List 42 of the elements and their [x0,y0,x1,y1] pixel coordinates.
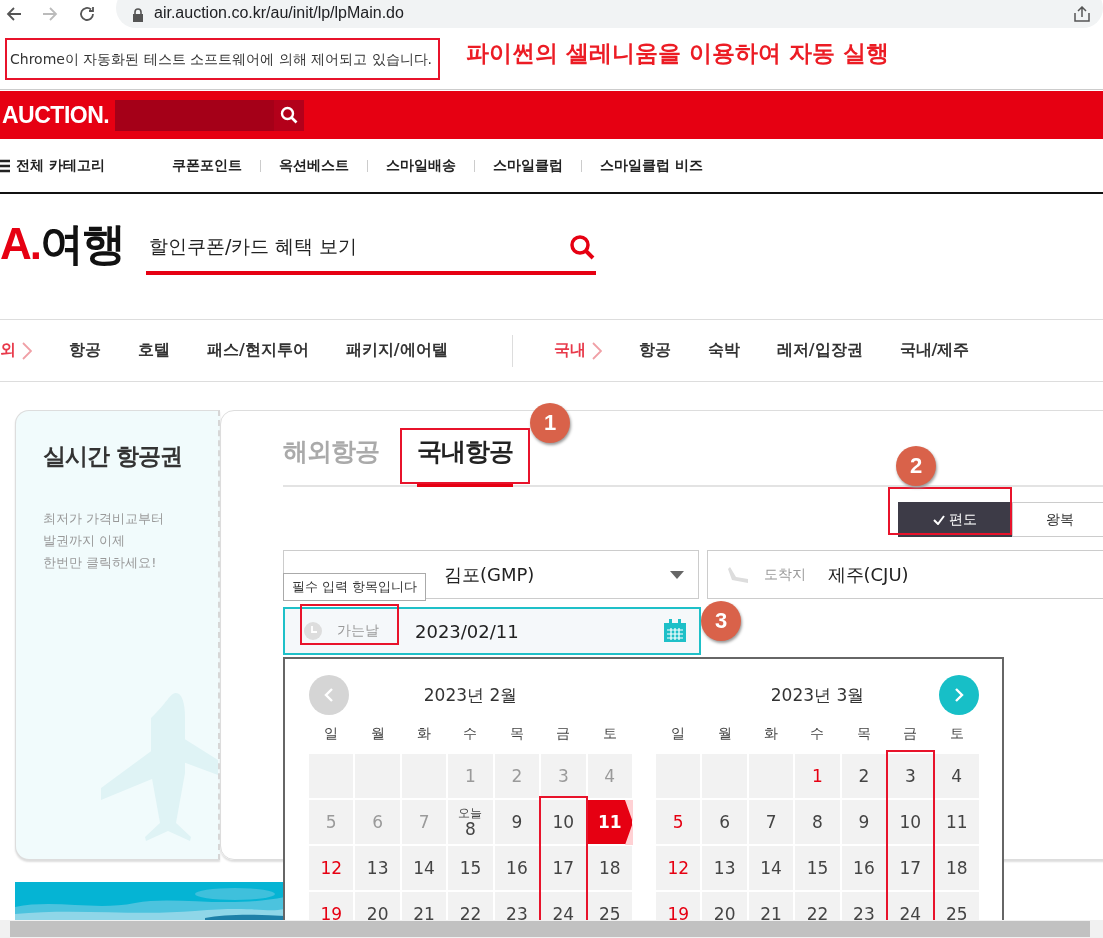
calendar-day: 7 [401,800,447,844]
arrival-label: 도착지 [763,565,807,584]
travel-logo-text: 여행 [40,217,124,271]
weekday-label: 수 [809,723,826,743]
weekday-label: 화 [416,723,433,743]
promo-text: 최저가 가격비교부터 [43,510,166,528]
calendar-day: 4 [587,754,632,798]
promo-text: 발권까지 이제 [43,532,127,550]
weekday-label: 토 [948,723,965,743]
step-badge: 3 [701,601,741,641]
weekday-label: 금 [902,723,919,743]
tooltip: 필수 입력 항목입니다 [283,573,427,601]
month-title: 2023년 2월 [423,683,518,707]
calendar-day: 1 [448,754,493,798]
month-title: 2023년 3월 [770,683,865,707]
weekday-label: 금 [555,723,572,743]
weekday-label: 월 [716,723,733,743]
weekday-label: 수 [462,723,479,743]
calendar-day: 5 [309,800,354,844]
weekday-label: 토 [601,723,618,743]
date-value: 2023/02/11 [415,620,520,642]
url-text: air.auction.co.kr/au/init/lp/lpMain.do [154,4,404,22]
calendar-day: 6 [355,800,400,844]
search-prompt: 할인쿠폰/카드 혜택 보기 [149,233,358,259]
calendar-day: 2 [494,754,540,798]
departure-value: 김포(GMP) [444,562,536,587]
automation-notice: Chrome이 자동화된 테스트 소프트웨어에 의해 제어되고 있습니다. [5,37,441,80]
calendar-day: 3 [541,754,586,798]
promo-title: 실시간 항공권 [43,442,183,471]
weekday-label: 목 [508,723,525,743]
weekday-label: 화 [763,723,780,743]
promo-text: 한번만 클릭하세요! [43,554,158,572]
step-badge: 2 [896,446,936,486]
weekday-label: 목 [855,723,872,743]
step-badge: 1 [530,403,570,443]
arrival-value: 제주(CJU) [827,562,910,587]
weekday-label: 일 [323,723,340,743]
caption-text: 파이썬의 셀레니움을 이용하여 자동 실행 [466,39,890,68]
weekday-label: 일 [670,723,687,743]
travel-logo-mark: A. [0,219,40,269]
weekday-label: 월 [369,723,386,743]
date-label: 가는날 [337,622,380,640]
